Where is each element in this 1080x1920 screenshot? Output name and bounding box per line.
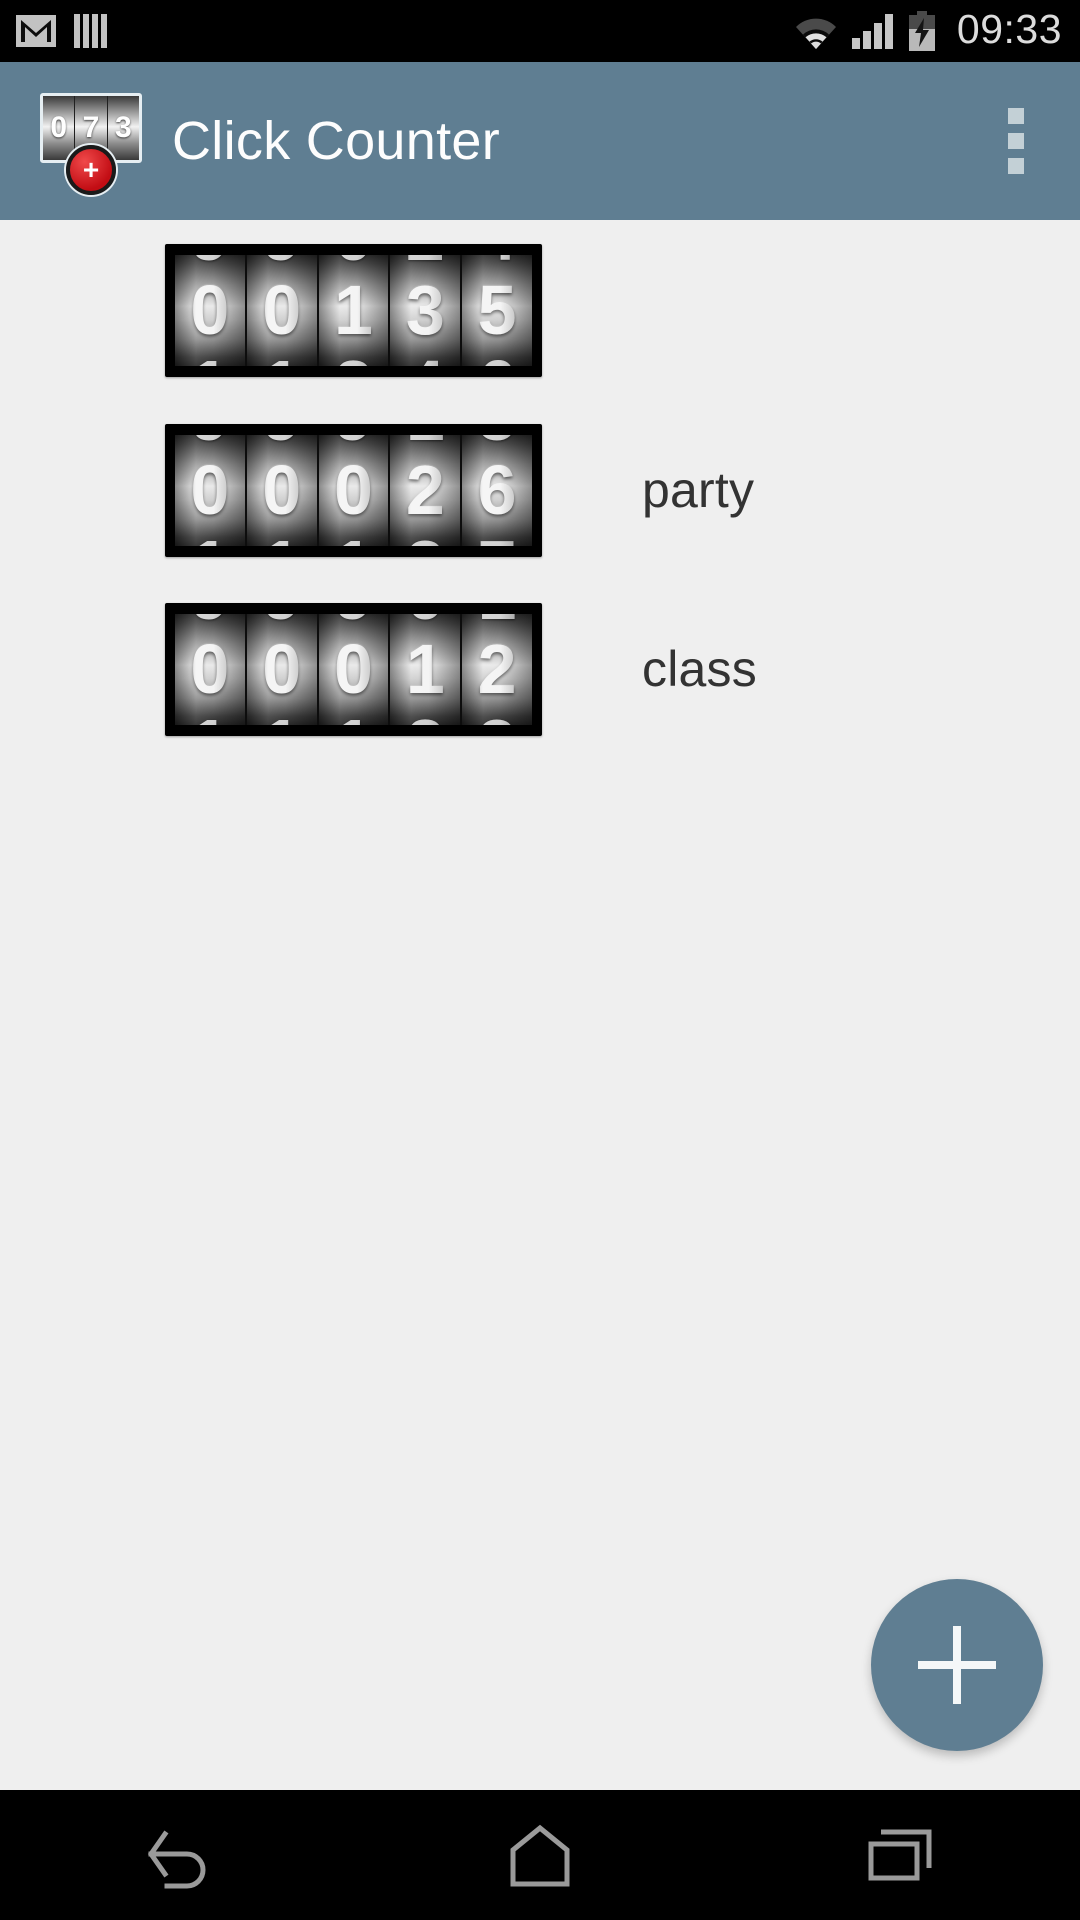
wheel-prev-digit: 1 [462, 614, 532, 630]
wheel-digit: 0 [334, 451, 373, 529]
wheel-prev-digit: 0 [319, 255, 389, 271]
phone-screen: 09:33 0 7 3 + Click Counter 9 0 [0, 0, 1080, 1920]
bars-icon [74, 14, 107, 48]
wheel-prev-digit: 9 [319, 435, 389, 451]
wheel-digit: 0 [262, 451, 302, 529]
counter-wheel: 1 2 3 [462, 613, 532, 725]
add-counter-button[interactable] [871, 1579, 1043, 1751]
status-bar-system-icons: 09:33 [794, 9, 1062, 53]
app-logo-digit: 3 [107, 96, 139, 160]
wheel-next-digit: 1 [247, 350, 317, 366]
wheel-digit: 1 [334, 271, 373, 349]
wheel-next-digit: 4 [390, 350, 460, 366]
wheel-next-digit: 7 [462, 530, 532, 546]
counter-wheel: 9 0 1 [246, 254, 319, 366]
wheel-next-digit: 6 [462, 350, 532, 366]
app-logo-icon: 0 7 3 + [36, 87, 144, 195]
counter-wheel: 9 0 1 [246, 434, 319, 546]
gmail-icon [16, 15, 56, 47]
wheel-prev-digit: 9 [175, 255, 245, 271]
wheel-next-digit: 1 [175, 350, 245, 366]
status-bar: 09:33 [0, 0, 1080, 62]
status-bar-notifications [16, 14, 107, 48]
overflow-dot [1008, 158, 1024, 174]
wheel-digit: 3 [405, 271, 445, 349]
wheel-prev-digit: 0 [390, 614, 460, 630]
counter-wheel: 9 0 1 [318, 434, 391, 546]
wheel-digit: 0 [190, 630, 230, 708]
counter-wheel: 5 6 7 [462, 434, 532, 546]
app-bar: 0 7 3 + Click Counter [0, 62, 1080, 220]
counter-display[interactable]: 9 0 1 9 0 1 9 0 1 1 2 3 [165, 423, 542, 557]
counter-wheel: 9 0 1 [175, 434, 247, 546]
wheel-next-digit: 2 [390, 709, 460, 725]
cellular-signal-icon [851, 13, 893, 49]
counter-list: 9 0 1 9 0 1 0 1 2 2 3 4 [0, 220, 1080, 1790]
counter-wheel: 9 0 1 [246, 613, 319, 725]
wheel-next-digit: 2 [319, 350, 389, 366]
wheel-digit: 0 [262, 271, 302, 349]
wheel-next-digit: 1 [247, 709, 317, 725]
wifi-icon [794, 13, 838, 49]
wheel-prev-digit: 5 [462, 435, 532, 451]
wheel-next-digit: 3 [462, 709, 532, 725]
wheel-prev-digit: 9 [247, 435, 317, 451]
wheel-digit: 0 [334, 630, 373, 708]
wheel-next-digit: 1 [247, 530, 317, 546]
recents-button[interactable] [720, 1790, 1080, 1920]
wheel-prev-digit: 1 [390, 435, 460, 451]
wheel-prev-digit: 9 [247, 255, 317, 271]
list-item[interactable]: 9 0 1 9 0 1 0 1 2 2 3 4 [0, 235, 1080, 385]
wheel-next-digit: 1 [319, 530, 389, 546]
page-title: Click Counter [172, 111, 501, 171]
wheel-next-digit: 1 [175, 530, 245, 546]
wheel-next-digit: 3 [390, 530, 460, 546]
counter-wheel: 0 1 2 [390, 613, 463, 725]
wheel-prev-digit: 4 [462, 255, 532, 271]
wheel-prev-digit: 9 [247, 614, 317, 630]
list-item[interactable]: 9 0 1 9 0 1 9 0 1 0 1 2 [0, 594, 1080, 744]
list-item[interactable]: 9 0 1 9 0 1 9 0 1 1 2 3 [0, 415, 1080, 565]
wheel-digit: 6 [477, 451, 517, 529]
wheel-prev-digit: 9 [175, 614, 245, 630]
counter-wheel: 9 0 1 [318, 613, 391, 725]
wheel-digit: 5 [477, 271, 517, 349]
counter-wheel: 1 2 3 [390, 434, 463, 546]
counter-wheel: 4 5 6 [462, 254, 532, 366]
counter-wheel: 2 3 4 [390, 254, 463, 366]
app-logo-digit: 0 [43, 96, 76, 160]
wheel-next-digit: 1 [319, 709, 389, 725]
overflow-dot [1008, 108, 1024, 124]
counter-wheel: 9 0 1 [175, 254, 247, 366]
counter-display[interactable]: 9 0 1 9 0 1 9 0 1 0 1 2 [165, 602, 542, 736]
wheel-prev-digit: 9 [175, 435, 245, 451]
counter-wheel: 0 1 2 [318, 254, 391, 366]
recents-icon [868, 1829, 932, 1881]
android-navigation-bar [0, 1790, 1080, 1920]
wheel-digit: 2 [405, 451, 445, 529]
wheel-digit: 0 [190, 451, 230, 529]
wheel-digit: 0 [262, 630, 302, 708]
plus-icon [953, 1626, 961, 1704]
wheel-digit: 2 [477, 630, 517, 708]
app-logo-plus-icon: + [66, 145, 116, 195]
home-button[interactable] [360, 1790, 720, 1920]
counter-display[interactable]: 9 0 1 9 0 1 0 1 2 2 3 4 [165, 243, 542, 377]
overflow-menu-button[interactable] [968, 62, 1064, 220]
counter-label: class [642, 641, 757, 697]
back-button[interactable] [0, 1790, 360, 1920]
overflow-dot [1008, 133, 1024, 149]
wheel-digit: 0 [190, 271, 230, 349]
battery-charging-icon [907, 11, 937, 51]
counter-label: party [642, 462, 755, 518]
status-bar-clock: 09:33 [956, 6, 1062, 52]
wheel-prev-digit: 9 [319, 614, 389, 630]
home-icon [510, 1824, 570, 1887]
wheel-next-digit: 1 [175, 709, 245, 725]
wheel-prev-digit: 2 [390, 255, 460, 271]
counter-wheel: 9 0 1 [175, 613, 247, 725]
back-icon [147, 1830, 206, 1889]
wheel-digit: 1 [405, 630, 445, 708]
